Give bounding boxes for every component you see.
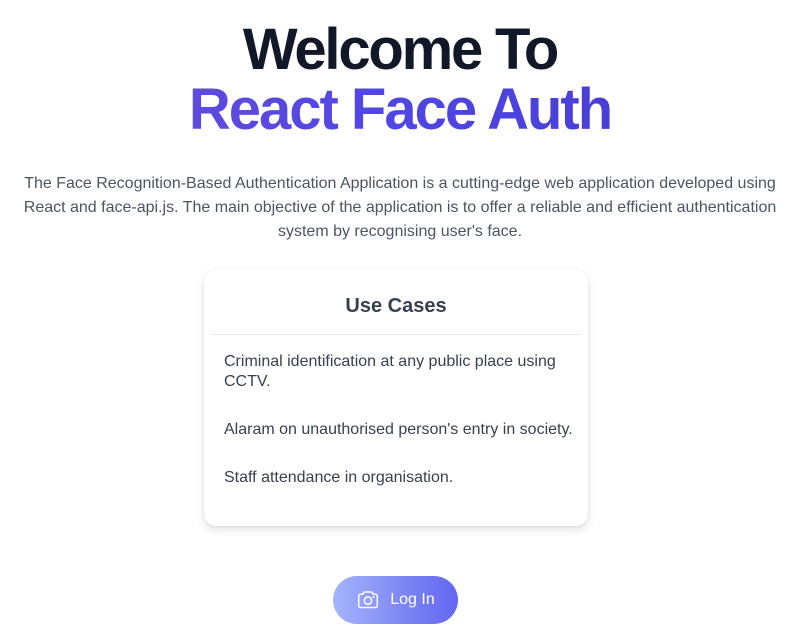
use-cases-title: Use Cases [345,295,447,317]
camera-icon [356,588,380,612]
login-button-label: Log In [390,591,435,608]
use-cases-card: Use Cases Criminal identification at any… [204,270,588,526]
list-item: Staff attendance in organisation. [224,469,454,486]
page-title: Welcome To [242,17,559,82]
list-item: Criminal identification at any public pl… [224,353,556,390]
card-divider [212,334,580,335]
app-name-title: React Face Auth [0,80,800,140]
use-cases-list: Criminal identification at any public pl… [224,352,574,516]
app-description: The Face Recognition-Based Authenticatio… [23,175,777,240]
hero: Welcome To React Face Auth [0,20,800,140]
login-button[interactable]: Log In [333,576,458,624]
list-item: Alaram on unauthorised person's entry in… [224,421,573,438]
